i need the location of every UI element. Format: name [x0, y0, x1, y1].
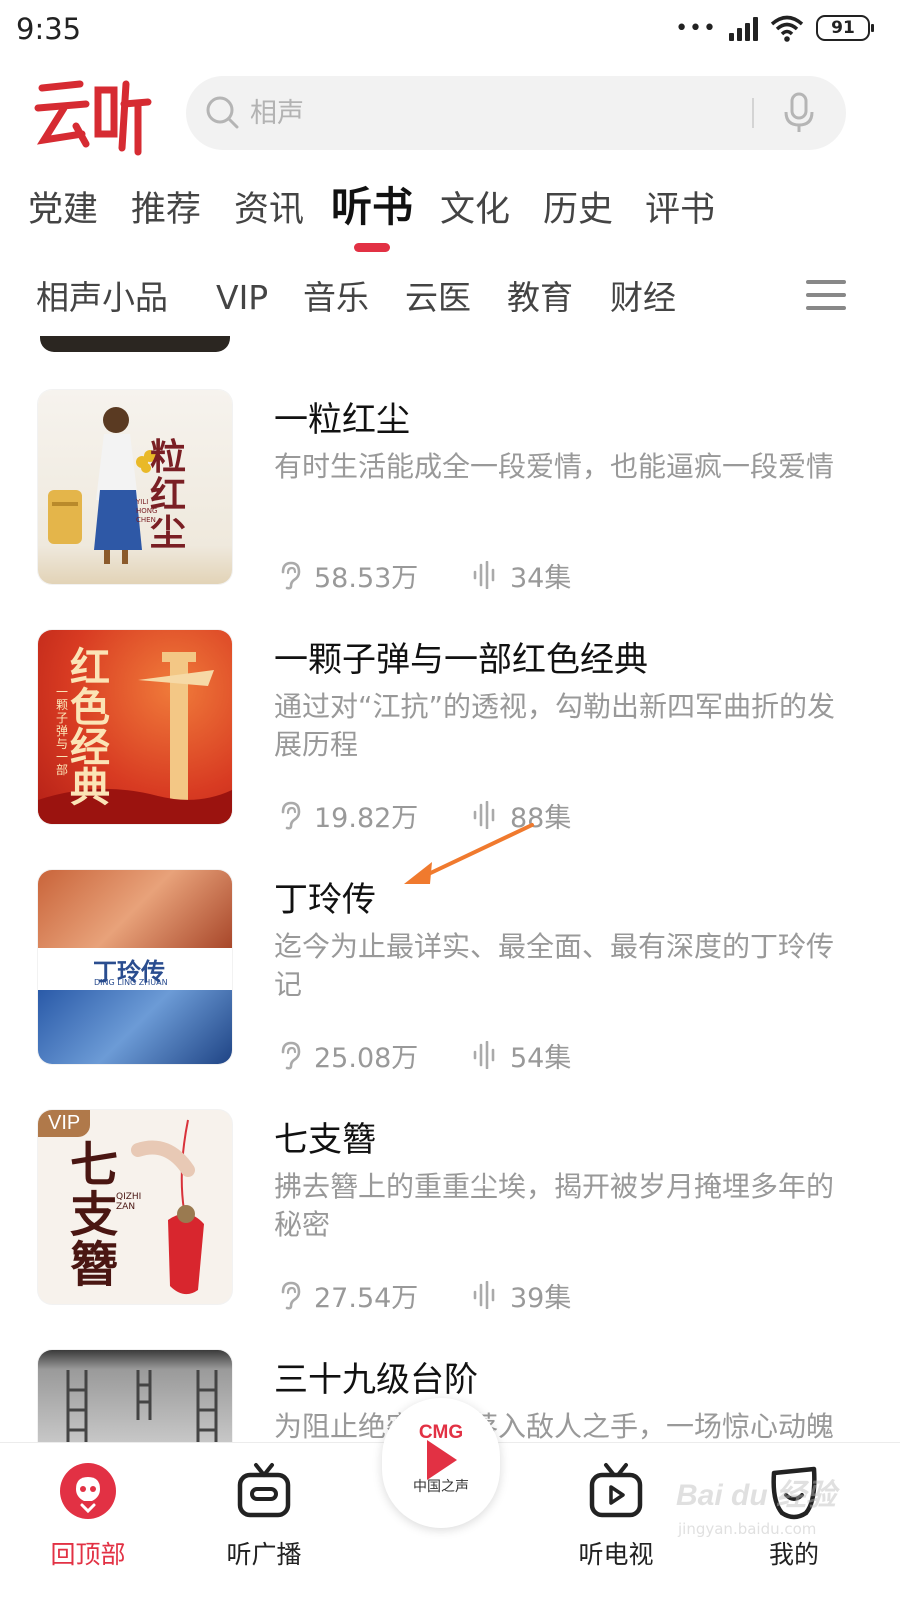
- back-to-top-icon: [60, 1463, 116, 1519]
- episode-count: 34集: [510, 562, 572, 594]
- ear-icon: [281, 1041, 301, 1070]
- search-input[interactable]: [250, 94, 710, 132]
- book-description: 拂去簪上的重重尘埃，揭开被岁月掩埋多年的秘密: [274, 1170, 835, 1241]
- waveform-icon: [473, 1041, 495, 1069]
- vip-badge: VIP: [38, 1110, 91, 1137]
- play-count: 58.53万: [314, 562, 419, 594]
- microphone-icon[interactable]: [782, 92, 816, 134]
- cover-subtitle: YILI HONG CHEN: [136, 498, 158, 524]
- subtab-music[interactable]: 音乐: [303, 270, 369, 326]
- book-cover[interactable]: 红色经典 一颗子弹与一部: [38, 630, 232, 824]
- tab-pingshu[interactable]: 评书: [645, 180, 715, 240]
- book-title[interactable]: 一粒红尘: [274, 392, 410, 441]
- tab-audiobooks[interactable]: 听书: [331, 177, 413, 237]
- play-count: 25.08万: [314, 1042, 419, 1074]
- nav-label: 回顶部: [50, 1540, 126, 1569]
- book-description: 通过对“江抗”的透视，勾勒出新四军曲折的发展历程: [274, 690, 836, 761]
- tab-dangjian[interactable]: 党建: [28, 180, 98, 240]
- center-play-button[interactable]: CMG 中国之声: [382, 1398, 500, 1528]
- play-icon: [427, 1440, 457, 1480]
- play-count: 27.54万: [314, 1282, 419, 1314]
- subtab-finance[interactable]: 财经: [610, 270, 676, 326]
- episode-count: 39集: [510, 1282, 572, 1314]
- cover-bottom-portrait: [38, 990, 232, 1064]
- list-item[interactable]: 丁玲传 DING LING ZHUAN 丁玲传 迄今为止最详实、最全面、最有深度…: [0, 870, 900, 1090]
- previous-item-cover[interactable]: [40, 336, 230, 352]
- secondary-tab-bar: 相声小品 VIP 音乐 云医 教育 财经: [0, 270, 900, 326]
- book-description: 为阻止绝密情报落入敌人之手，一场惊心动魄: [274, 1410, 835, 1442]
- cover-subtitle: QIZHI ZAN: [116, 1192, 142, 1212]
- subtab-education[interactable]: 教育: [507, 270, 573, 326]
- signal-icon: [729, 15, 758, 41]
- list-item[interactable]: 粒红尘 YILI HONG CHEN 一粒红尘 有时生活能成全一段爱情，也能逼疯…: [0, 390, 900, 610]
- list-item[interactable]: VIP 七支簪 QIZHI ZAN 七支簪 拂去簪上的重重尘埃，揭开被岁月掩埋多…: [0, 1110, 900, 1330]
- logo-text: 云听: [34, 70, 36, 71]
- episode-count: 54集: [510, 1042, 572, 1074]
- menu-icon[interactable]: [806, 280, 846, 314]
- search-bar[interactable]: [186, 76, 846, 150]
- ear-icon: [281, 1281, 301, 1310]
- list-item[interactable]: 红色经典 一颗子弹与一部 一颗子弹与一部红色经典 通过对“江抗”的透视，勾勒出新…: [0, 630, 900, 850]
- cover-title: 红色经典: [70, 644, 110, 811]
- nav-radio[interactable]: 听广播: [204, 1461, 324, 1591]
- cover-subtitle: 一颗子弹与一部: [56, 685, 69, 777]
- radio-icon: [237, 1463, 291, 1518]
- subtab-vip[interactable]: VIP: [216, 270, 268, 326]
- cover-subtitle: DING LING ZHUAN: [94, 978, 168, 987]
- primary-tab-bar: 党建 推荐 资讯 听书 文化 历史 评书: [0, 180, 900, 250]
- status-icons: ••• 91: [675, 14, 874, 42]
- book-cover[interactable]: [38, 1350, 232, 1442]
- tab-history[interactable]: 历史: [543, 180, 613, 240]
- tv-icon: [589, 1463, 643, 1518]
- book-cover[interactable]: VIP 七支簪 QIZHI ZAN: [38, 1110, 232, 1304]
- waveform-icon: [473, 1281, 495, 1309]
- subtab-health[interactable]: 云医: [405, 270, 471, 326]
- cover-top-portrait: [38, 870, 232, 948]
- nav-label: 听广播: [226, 1540, 302, 1569]
- cover-title: 粒红尘: [150, 436, 187, 554]
- book-title[interactable]: 丁玲传: [274, 872, 376, 921]
- book-title[interactable]: 一颗子弹与一部红色经典: [274, 632, 648, 681]
- tab-news[interactable]: 资讯: [234, 180, 304, 240]
- book-list[interactable]: 粒红尘 YILI HONG CHEN 一粒红尘 有时生活能成全一段爱情，也能逼疯…: [0, 336, 900, 1442]
- book-description: 有时生活能成全一段爱情，也能逼疯一段爱情: [274, 450, 835, 483]
- book-title[interactable]: 七支簪: [274, 1112, 376, 1161]
- app-logo[interactable]: 云听: [34, 70, 152, 156]
- book-meta: 58.53万 34集: [278, 558, 572, 594]
- status-bar: 9:35 ••• 91: [0, 0, 900, 64]
- nav-back-to-top[interactable]: 回顶部: [28, 1461, 148, 1591]
- cover-title: 七支簪: [70, 1137, 119, 1293]
- ear-icon: [281, 561, 301, 590]
- search-divider: [752, 98, 754, 128]
- book-meta: 25.08万 54集: [278, 1038, 572, 1074]
- more-dots-icon: •••: [675, 15, 717, 41]
- watermark: Bai du 经验 jingyan.baidu.com: [676, 1470, 846, 1560]
- nav-label: 听电视: [578, 1540, 654, 1569]
- watermark-sub: jingyan.baidu.com: [678, 1520, 817, 1538]
- book-title[interactable]: 三十九级台阶: [274, 1352, 478, 1401]
- episode-count: 88集: [510, 802, 572, 834]
- status-time: 9:35: [16, 12, 82, 46]
- book-description: 迄今为止最详实、最全面、最有深度的丁玲传记: [274, 930, 835, 1001]
- waveform-icon: [473, 561, 495, 589]
- book-cover[interactable]: 丁玲传 DING LING ZHUAN: [38, 870, 232, 1064]
- search-icon: [206, 96, 239, 129]
- play-count: 19.82万: [314, 802, 419, 834]
- waveform-icon: [473, 801, 495, 829]
- tab-recommend[interactable]: 推荐: [131, 180, 201, 240]
- wifi-icon: [770, 15, 804, 42]
- nav-tv[interactable]: 听电视: [556, 1461, 676, 1591]
- channel-label: 中国之声: [413, 1479, 469, 1495]
- book-meta: 27.54万 39集: [278, 1278, 572, 1314]
- watermark-text: Bai du 经验: [676, 1479, 837, 1512]
- battery-indicator: 91: [816, 15, 874, 41]
- book-meta: 19.82万 88集: [278, 798, 572, 834]
- active-tab-indicator: [354, 243, 390, 252]
- tab-culture[interactable]: 文化: [440, 180, 510, 240]
- cover-illustration: [66, 1370, 218, 1442]
- book-cover[interactable]: 粒红尘 YILI HONG CHEN: [38, 390, 232, 584]
- subtab-crosstalk[interactable]: 相声小品: [36, 270, 168, 326]
- cover-illustration: [48, 407, 156, 564]
- ear-icon: [281, 801, 301, 830]
